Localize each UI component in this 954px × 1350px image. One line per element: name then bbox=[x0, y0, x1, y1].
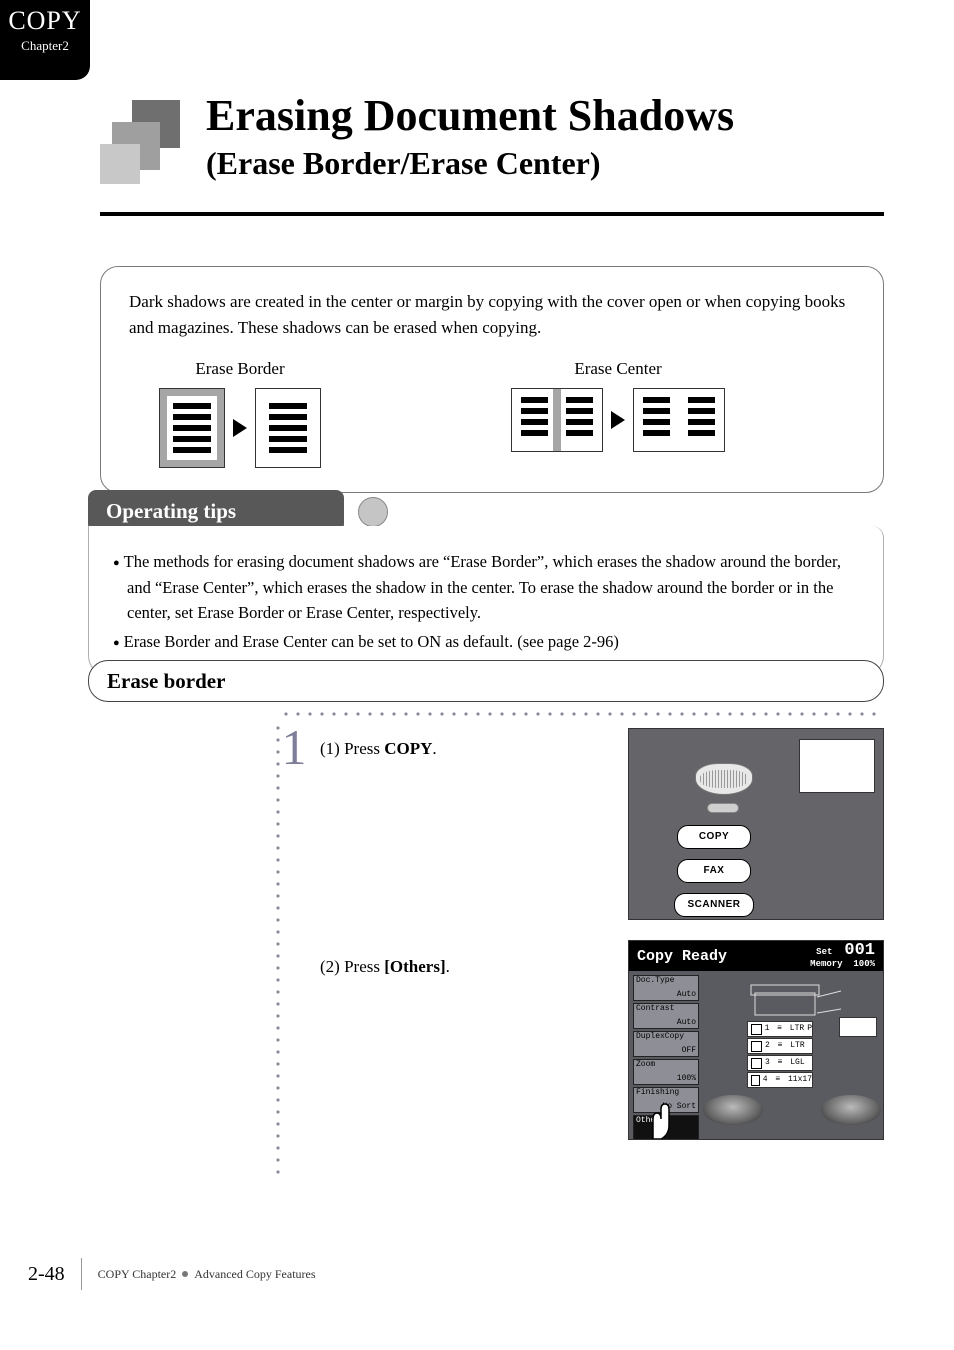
decorative-blob-icon bbox=[703, 1095, 763, 1125]
touch-memory-value: 100% bbox=[853, 959, 875, 969]
tray-num: 2 bbox=[765, 1039, 770, 1053]
book-before-icon bbox=[511, 388, 603, 452]
page-subtitle: (Erase Border/Erase Center) bbox=[206, 145, 884, 182]
tray-size: LTR bbox=[790, 1039, 804, 1053]
softkey-duplexcopy[interactable]: DuplexCopy OFF bbox=[633, 1031, 699, 1057]
softkey-label: Finishing bbox=[636, 1088, 679, 1097]
copier-icon bbox=[745, 975, 845, 1019]
tips-bullet: The methods for erasing document shadows… bbox=[113, 549, 859, 626]
diagram-title-center: Erase Center bbox=[574, 356, 661, 382]
step-1-text: (1) Press COPY. bbox=[320, 722, 437, 762]
chapter-tab: COPY Chapter2 bbox=[0, 0, 90, 80]
touch-title: Copy Ready bbox=[637, 948, 727, 965]
dotted-separator-icon bbox=[280, 712, 884, 716]
book-after-icon bbox=[633, 388, 725, 452]
operating-tips: Operating tips The methods for erasing d… bbox=[88, 490, 884, 682]
touch-memory-label: Memory bbox=[810, 959, 842, 969]
panel-speaker-icon bbox=[695, 763, 753, 795]
tray-size: LGL bbox=[790, 1056, 804, 1070]
section-header: Erase border bbox=[88, 660, 884, 702]
diagram-erase-border: Erase Border bbox=[159, 356, 321, 468]
tray-num: 3 bbox=[765, 1056, 770, 1070]
hardkey-scanner[interactable]: SCANNER bbox=[674, 893, 754, 917]
tray-num: 4 bbox=[763, 1073, 768, 1087]
chapter-tab-line2: Chapter2 bbox=[0, 38, 90, 54]
touch-set-value: 001 bbox=[844, 941, 875, 960]
softkey-doctype[interactable]: Doc.Type Auto bbox=[633, 975, 699, 1001]
step-2-text: (2) Press [Others]. bbox=[320, 940, 450, 980]
panel-screen-icon bbox=[799, 739, 875, 793]
heading-icon bbox=[100, 100, 188, 188]
tray-row[interactable]: 2 ≡ LTR bbox=[747, 1038, 813, 1054]
step-1-suffix: . bbox=[432, 739, 436, 758]
breadcrumb-part: Advanced Copy Features bbox=[194, 1267, 315, 1282]
decorative-blob-icon bbox=[821, 1095, 881, 1125]
tray-row[interactable]: 3 ≡ LGL bbox=[747, 1055, 813, 1071]
page-before-icon bbox=[159, 388, 225, 468]
softkey-value: 100% bbox=[677, 1075, 696, 1083]
page-footer: 2-48 COPY Chapter2 Advanced Copy Feature… bbox=[28, 1258, 316, 1290]
softkey-label: DuplexCopy bbox=[636, 1032, 684, 1041]
breadcrumb-part: COPY Chapter2 bbox=[98, 1267, 177, 1282]
tray-row[interactable]: 1 ≡ LTR P bbox=[747, 1021, 813, 1037]
step-2-prefix: (2) bbox=[320, 957, 340, 976]
softkey-label: Contrast bbox=[636, 1004, 674, 1013]
step-1: 1 (1) Press COPY. COPY FAX SCANNER bbox=[280, 722, 884, 912]
section-title: Erase border bbox=[88, 660, 884, 702]
step-1-key: COPY bbox=[384, 739, 432, 758]
breadcrumb: COPY Chapter2 Advanced Copy Features bbox=[98, 1267, 316, 1282]
touch-trays: 1 ≡ LTR P 2 ≡ LTR 3 ≡ LGL 4 ≡ 11x1 bbox=[747, 1021, 813, 1088]
bypass-tray-icon[interactable] bbox=[839, 1017, 877, 1037]
softkey-zoom[interactable]: Zoom 100% bbox=[633, 1059, 699, 1085]
diagram-title-border: Erase Border bbox=[195, 356, 284, 382]
tray-size: 11x17 bbox=[788, 1073, 812, 1087]
heading-rule bbox=[100, 212, 884, 216]
softkey-label: Zoom bbox=[636, 1060, 655, 1069]
intro-paragraph: Dark shadows are created in the center o… bbox=[129, 289, 855, 342]
diagram-erase-center: Erase Center bbox=[511, 356, 725, 468]
hand-pointer-icon bbox=[639, 1101, 679, 1139]
tray-orient: P bbox=[807, 1022, 812, 1036]
softkey-value: Auto bbox=[677, 991, 696, 999]
panel-lamp-icon bbox=[707, 803, 739, 813]
steps-area: 1 (1) Press COPY. COPY FAX SCANNER (2) P… bbox=[280, 712, 884, 1178]
tray-size: LTR bbox=[790, 1022, 804, 1036]
arrow-right-icon bbox=[233, 419, 247, 437]
tips-bullet: Erase Border and Erase Center can be set… bbox=[113, 629, 859, 655]
step-1-prefix: (1) bbox=[320, 739, 340, 758]
hardkey-copy[interactable]: COPY bbox=[677, 825, 751, 849]
chapter-tab-line1: COPY bbox=[0, 6, 90, 36]
softkey-label: Doc.Type bbox=[636, 976, 674, 985]
step-1-verb: Press bbox=[344, 739, 384, 758]
footer-divider-icon bbox=[81, 1258, 82, 1290]
step-2-suffix: . bbox=[446, 957, 450, 976]
tray-row[interactable]: 4 ≡ 11x17 bbox=[747, 1072, 813, 1088]
step-2-verb: Press bbox=[344, 957, 384, 976]
touch-set-label: Set bbox=[816, 947, 832, 957]
step-2: (2) Press [Others]. Copy Ready Set 001 M… bbox=[280, 940, 884, 1150]
softkey-value: Auto bbox=[677, 1019, 696, 1027]
arrow-right-icon bbox=[611, 411, 625, 429]
breadcrumb-separator-icon bbox=[182, 1271, 188, 1277]
touchscreen-illustration: Copy Ready Set 001 Memory 100% Doc.Type bbox=[628, 940, 884, 1140]
step-2-key: [Others] bbox=[384, 957, 445, 976]
step-number: 1 bbox=[280, 722, 308, 772]
page-number: 2-48 bbox=[28, 1263, 65, 1286]
softkey-value: OFF bbox=[682, 1047, 696, 1055]
softkey-contrast[interactable]: Contrast Auto bbox=[633, 1003, 699, 1029]
heading-block: Erasing Document Shadows (Erase Border/E… bbox=[100, 90, 884, 216]
touch-titlebar: Copy Ready Set 001 Memory 100% bbox=[629, 941, 883, 971]
tray-num: 1 bbox=[765, 1022, 770, 1036]
intro-box: Dark shadows are created in the center o… bbox=[100, 266, 884, 493]
control-panel-illustration: COPY FAX SCANNER bbox=[628, 728, 884, 920]
operating-tips-marker-icon bbox=[358, 497, 388, 527]
page-after-icon bbox=[255, 388, 321, 468]
page-title: Erasing Document Shadows bbox=[206, 90, 884, 141]
hardkey-fax[interactable]: FAX bbox=[677, 859, 751, 883]
